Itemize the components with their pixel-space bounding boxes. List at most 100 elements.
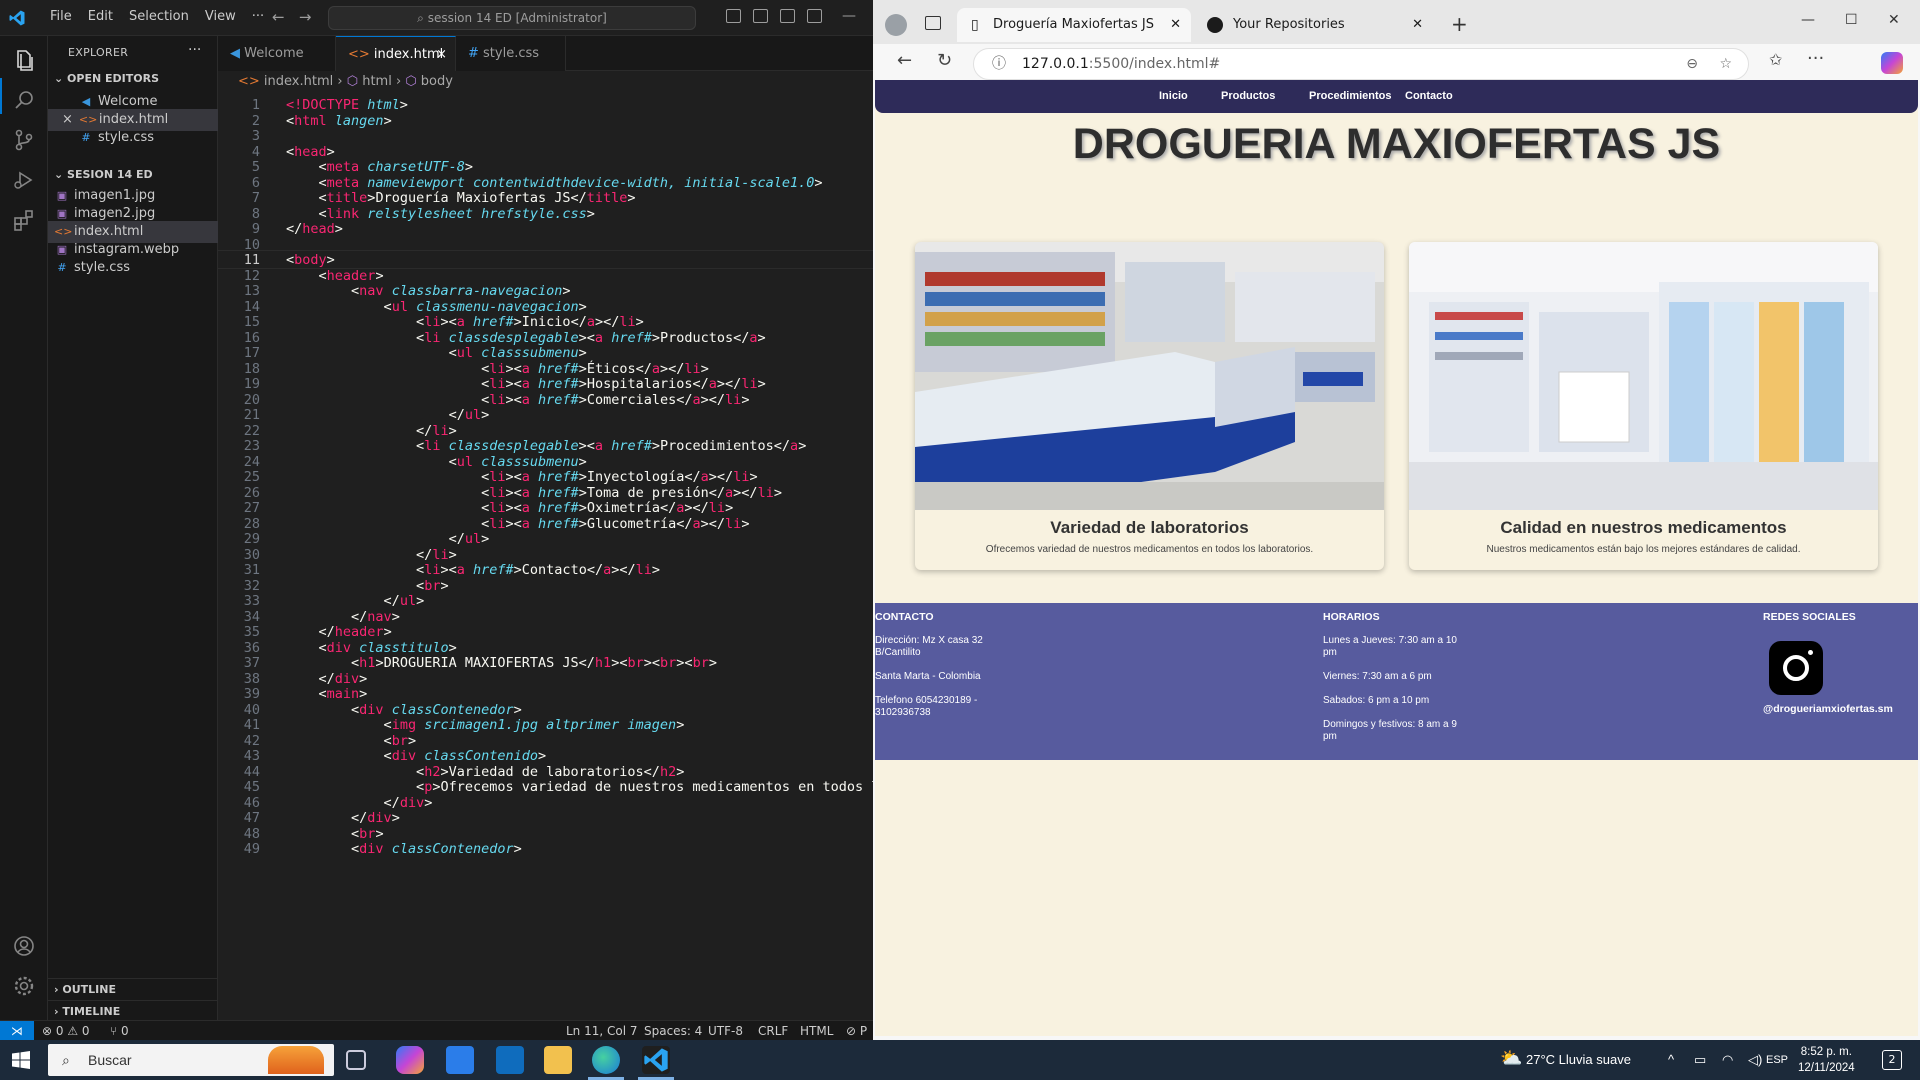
nav-productos[interactable]: Productos bbox=[1221, 90, 1275, 102]
search-icon[interactable] bbox=[12, 88, 36, 112]
code-line[interactable]: <title>Droguería Maxiofertas JS</title> bbox=[286, 190, 636, 206]
close-window-button[interactable]: ✕ bbox=[1888, 12, 1900, 28]
notification-icon[interactable]: 2 bbox=[1882, 1050, 1902, 1070]
code-line[interactable]: <main> bbox=[286, 686, 368, 702]
nav-back-forward[interactable]: ← → bbox=[272, 8, 311, 26]
more-actions-icon[interactable]: ··· bbox=[188, 42, 201, 58]
encoding[interactable]: UTF-8 bbox=[708, 1021, 743, 1041]
maximize-button[interactable]: ☐ bbox=[1845, 12, 1858, 28]
code-line[interactable]: <br> bbox=[286, 826, 384, 842]
code-line[interactable]: <br> bbox=[286, 733, 417, 749]
code-line[interactable]: <div classContenedor> bbox=[286, 841, 522, 857]
windows-start-icon[interactable] bbox=[12, 1051, 30, 1069]
folder-section[interactable]: ⌄ SESION 14 ED bbox=[48, 164, 218, 186]
close-icon[interactable]: × bbox=[436, 37, 447, 72]
network-icon[interactable]: ▭ bbox=[1694, 1040, 1706, 1080]
code-editor[interactable]: 1 <!DOCTYPE html> 2 <html langen> 3 4 <head> 5 … bbox=[218, 93, 873, 1020]
run-debug-icon[interactable] bbox=[12, 168, 36, 192]
ports-indicator[interactable]: ⑂ 0 bbox=[110, 1021, 129, 1041]
code-line[interactable]: <div classContenedor> bbox=[286, 702, 522, 718]
source-control-icon[interactable] bbox=[12, 128, 36, 152]
code-line[interactable]: <body> bbox=[286, 252, 335, 268]
code-line[interactable]: </ul> bbox=[286, 593, 425, 609]
code-line[interactable]: <img srcimagen1.jpg altprimer imagen> bbox=[286, 717, 685, 733]
copilot-icon[interactable] bbox=[1881, 52, 1903, 74]
zoom-icon[interactable]: ⊖ bbox=[1686, 49, 1698, 79]
account-icon[interactable] bbox=[12, 934, 36, 958]
open-editors-section[interactable]: ⌄ OPEN EDITORS bbox=[48, 68, 218, 90]
code-line[interactable]: </div> bbox=[286, 810, 400, 826]
code-line[interactable]: <li><a href#>Comerciales</a></li> bbox=[286, 392, 749, 408]
open-editor-style[interactable]: # style.css bbox=[48, 127, 218, 149]
breadcrumb-body[interactable]: body bbox=[421, 74, 453, 89]
copilot-icon[interactable] bbox=[396, 1046, 424, 1074]
code-line[interactable]: <li><a href#>Éticos</a></li> bbox=[286, 361, 709, 377]
outline-section[interactable]: › OUTLINE bbox=[48, 978, 218, 1000]
code-line[interactable]: <nav classbarra-navegacion> bbox=[286, 283, 571, 299]
back-button[interactable]: ← bbox=[897, 50, 912, 71]
code-line[interactable]: </head> bbox=[286, 221, 343, 237]
code-line[interactable]: <ul classsubmenu> bbox=[286, 345, 587, 361]
browser-tab-repositories[interactable]: Your Repositories ✕ bbox=[1197, 8, 1433, 42]
code-line[interactable]: <li classdesplegable><a href#>Productos<… bbox=[286, 330, 766, 346]
minimize-button[interactable]: — bbox=[1801, 12, 1815, 28]
nav-procedimientos[interactable]: Procedimientos bbox=[1309, 90, 1392, 102]
remote-icon[interactable]: ⋊ bbox=[0, 1021, 34, 1041]
toggle-panel-icon[interactable] bbox=[753, 9, 768, 23]
code-line[interactable]: <ul classmenu-navegacion> bbox=[286, 299, 587, 315]
nav-inicio[interactable]: Inicio bbox=[1159, 90, 1188, 102]
instagram-icon[interactable] bbox=[1769, 641, 1823, 695]
prettier-status[interactable]: ⊘ P bbox=[846, 1021, 867, 1041]
edge-icon[interactable] bbox=[592, 1046, 620, 1074]
code-line[interactable]: <meta charsetUTF-8> bbox=[286, 159, 473, 175]
code-line[interactable]: <head> bbox=[286, 144, 335, 160]
code-line[interactable]: <li><a href#>Oximetría</a></li> bbox=[286, 500, 733, 516]
timeline-section[interactable]: › TIMELINE bbox=[48, 1000, 218, 1022]
language-mode[interactable]: HTML bbox=[800, 1021, 833, 1041]
volume-icon[interactable]: ◁) bbox=[1748, 1040, 1762, 1080]
code-line[interactable]: <li classdesplegable><a href#>Procedimie… bbox=[286, 438, 806, 454]
new-tab-button[interactable]: + bbox=[1451, 12, 1468, 36]
explorer-icon[interactable] bbox=[12, 48, 36, 72]
command-center[interactable]: ⌕ session 14 ED [Administrator] bbox=[328, 6, 696, 30]
gear-icon[interactable] bbox=[12, 974, 36, 998]
code-line[interactable]: </header> bbox=[286, 624, 392, 640]
menu-file[interactable]: File bbox=[42, 9, 80, 24]
code-line[interactable]: <html langen> bbox=[286, 113, 392, 129]
close-icon[interactable]: × bbox=[62, 112, 73, 127]
code-line[interactable]: </li> bbox=[286, 423, 457, 439]
extensions-icon[interactable] bbox=[12, 208, 36, 232]
code-line[interactable]: <br> bbox=[286, 578, 449, 594]
taskbar-search[interactable]: ⌕ Buscar bbox=[48, 1044, 334, 1076]
wifi-icon[interactable]: ◠ bbox=[1722, 1040, 1733, 1080]
menu-more[interactable]: ··· bbox=[244, 9, 272, 24]
code-line[interactable]: <header> bbox=[286, 268, 384, 284]
nav-contacto[interactable]: Contacto bbox=[1405, 90, 1453, 102]
clock[interactable]: 8:52 p. m. 12/11/2024 bbox=[1798, 1044, 1855, 1076]
code-line[interactable]: <li><a href#>Glucometría</a></li> bbox=[286, 516, 749, 532]
breadcrumb-file[interactable]: index.html bbox=[264, 74, 333, 89]
code-line[interactable]: </ul> bbox=[286, 531, 490, 547]
tab-index-html[interactable]: <> index.html × bbox=[336, 36, 456, 71]
menu-view[interactable]: View bbox=[197, 9, 244, 24]
code-line[interactable]: </li> bbox=[286, 547, 457, 563]
favorites-icon[interactable]: ✩ bbox=[1769, 50, 1782, 69]
chevron-up-icon[interactable]: ^ bbox=[1668, 1040, 1674, 1080]
code-line[interactable]: <!DOCTYPE html> bbox=[286, 97, 408, 113]
code-line[interactable]: </nav> bbox=[286, 609, 400, 625]
menu-edit[interactable]: Edit bbox=[80, 9, 121, 24]
task-view-icon[interactable] bbox=[346, 1050, 366, 1070]
url-field[interactable]: ⓘ 127.0.0.1:5500/index.html# ⊖ ☆ bbox=[973, 48, 1749, 80]
code-line[interactable]: <p>Ofrecemos variedad de nuestros medica… bbox=[286, 779, 873, 795]
close-icon[interactable]: ✕ bbox=[1170, 8, 1181, 42]
code-line[interactable]: <h1>DROGUERIA MAXIOFERTAS JS</h1><br><br… bbox=[286, 655, 717, 671]
indentation[interactable]: Spaces: 4 bbox=[644, 1021, 702, 1041]
browser-tab-drogueria[interactable]: ▯ Droguería Maxiofertas JS ✕ bbox=[957, 8, 1191, 42]
customize-layout-icon[interactable] bbox=[807, 9, 822, 23]
outlook-icon[interactable] bbox=[496, 1046, 524, 1074]
problems-indicator[interactable]: ⊗ 0 ⚠ 0 bbox=[42, 1021, 90, 1041]
code-line[interactable]: <link relstylesheet hrefstyle.css> bbox=[286, 206, 595, 222]
code-line[interactable]: <li><a href#>Hospitalarios</a></li> bbox=[286, 376, 766, 392]
toggle-secondary-sidebar-icon[interactable] bbox=[780, 9, 795, 23]
file-style-css[interactable]: # style.css bbox=[48, 257, 218, 279]
